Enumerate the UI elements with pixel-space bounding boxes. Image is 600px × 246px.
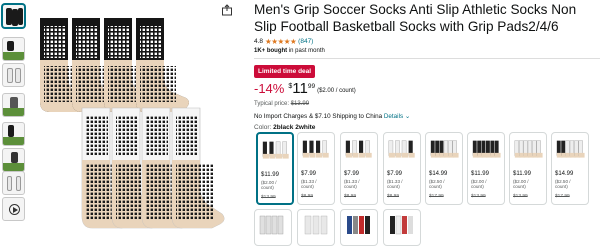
price-row: -14% $ 11 99 ($2.00 / count) — [254, 80, 356, 100]
divider — [254, 58, 600, 59]
swatch-old-price: $13.99 — [471, 194, 486, 199]
main-product-image[interactable] — [30, 0, 235, 246]
swatch-unit-price: ($2.00 / count) — [471, 179, 487, 190]
swatch-old-price: $13.99 — [261, 195, 276, 200]
color-swatch[interactable]: $11.99 ($2.00 / count) $13.99 — [467, 132, 505, 205]
swatch-price: $7.99 — [344, 171, 360, 177]
swatch-image — [472, 140, 501, 158]
swatch-image — [430, 140, 459, 158]
chevron-down-icon[interactable]: ⌄ — [405, 113, 410, 120]
bought-count: 1K+ bought in past month — [254, 48, 325, 54]
swatch-image — [345, 140, 372, 158]
thumbnail-6[interactable] — [2, 148, 25, 172]
rating-value: 4.8 — [254, 38, 264, 45]
swatch-image — [388, 140, 415, 158]
swatch-row2-2[interactable] — [297, 209, 335, 246]
thumbnail-5[interactable] — [2, 122, 25, 146]
thumbnail-7[interactable] — [2, 171, 25, 195]
swatch-unit-price: ($1.33 / count) — [344, 179, 360, 190]
star-rating-icon[interactable]: ★★★★★ — [265, 37, 297, 46]
thumbnail-video[interactable] — [2, 197, 25, 221]
swatch-unit-price: ($1.33 / count) — [301, 179, 317, 190]
color-swatch[interactable]: $7.99 ($1.33 / count) $8.99 — [383, 132, 421, 205]
price-whole: 11 — [292, 80, 308, 97]
swatch-price: $14.99 — [429, 171, 448, 177]
color-swatch[interactable]: $11.99 ($2.00 / count) $13.99 — [256, 132, 294, 205]
play-icon — [9, 204, 20, 215]
import-shipping-info: No Import Charges & $7.10 Shipping to Ch… — [254, 113, 411, 120]
typical-price: Typical price: $13.99 — [254, 101, 310, 107]
swatch-unit-price: ($2.50 / count) — [555, 179, 571, 190]
swatch-unit-price: ($1.33 / count) — [387, 179, 403, 190]
swatch-row2-4[interactable] — [383, 209, 421, 246]
discount-percent: -14% — [254, 81, 285, 96]
swatch-old-price: $8.99 — [344, 194, 357, 199]
color-swatch[interactable]: $14.99 ($2.50 / count) $17.99 — [425, 132, 463, 205]
color-swatch[interactable]: $14.99 ($2.50 / count) $17.99 — [551, 132, 589, 205]
swatch-old-price: $8.99 — [387, 194, 400, 199]
unit-price: ($2.00 / count) — [317, 88, 356, 94]
swatch-price: $11.99 — [471, 171, 489, 177]
swatch-price: $11.99 — [513, 171, 531, 177]
thumbnail-4[interactable] — [2, 93, 25, 117]
swatch-old-price: $17.99 — [555, 194, 570, 199]
swatch-unit-price: ($2.00 / count) — [513, 179, 529, 190]
details-link[interactable]: Details — [384, 113, 403, 120]
swatch-row2-3[interactable] — [340, 209, 378, 246]
product-title: Men's Grip Soccer Socks Anti Slip Athlet… — [254, 2, 577, 34]
limited-deal-badge: Limited time deal — [254, 65, 316, 78]
swatch-old-price: $17.99 — [429, 194, 444, 199]
rating-count-link[interactable]: (847) — [298, 38, 313, 45]
color-label: Color: 2black 2white — [254, 124, 316, 131]
price-fraction: 99 — [307, 83, 316, 90]
swatch-price: $7.99 — [301, 171, 317, 177]
swatch-unit-price: ($2.50 / count) — [429, 179, 445, 190]
swatch-unit-price: ($2.00 / count) — [261, 180, 277, 191]
swatch-price: $11.99 — [261, 172, 279, 178]
swatch-row2-1[interactable] — [254, 209, 292, 246]
rating-row[interactable]: 4.8 ★★★★★ (847) — [254, 37, 313, 46]
share-icon[interactable] — [221, 4, 233, 16]
swatch-price: $7.99 — [387, 171, 403, 177]
swatch-image — [514, 140, 543, 158]
swatch-old-price: $8.99 — [301, 194, 314, 199]
thumbnail-3[interactable] — [2, 63, 25, 87]
swatch-image — [302, 140, 329, 158]
swatch-image — [262, 141, 289, 159]
thumbnail-2[interactable] — [2, 37, 25, 61]
color-swatch[interactable]: $11.99 ($2.00 / count) $13.99 — [509, 132, 547, 205]
thumbnail-1[interactable] — [2, 4, 25, 28]
swatch-image — [556, 140, 585, 158]
swatch-old-price: $13.99 — [513, 194, 528, 199]
color-swatch[interactable]: $7.99 ($1.33 / count) $8.99 — [297, 132, 335, 205]
swatch-price: $14.99 — [555, 171, 574, 177]
thumbnail-rail — [0, 0, 30, 246]
color-swatch[interactable]: $7.99 ($1.33 / count) $8.99 — [340, 132, 378, 205]
